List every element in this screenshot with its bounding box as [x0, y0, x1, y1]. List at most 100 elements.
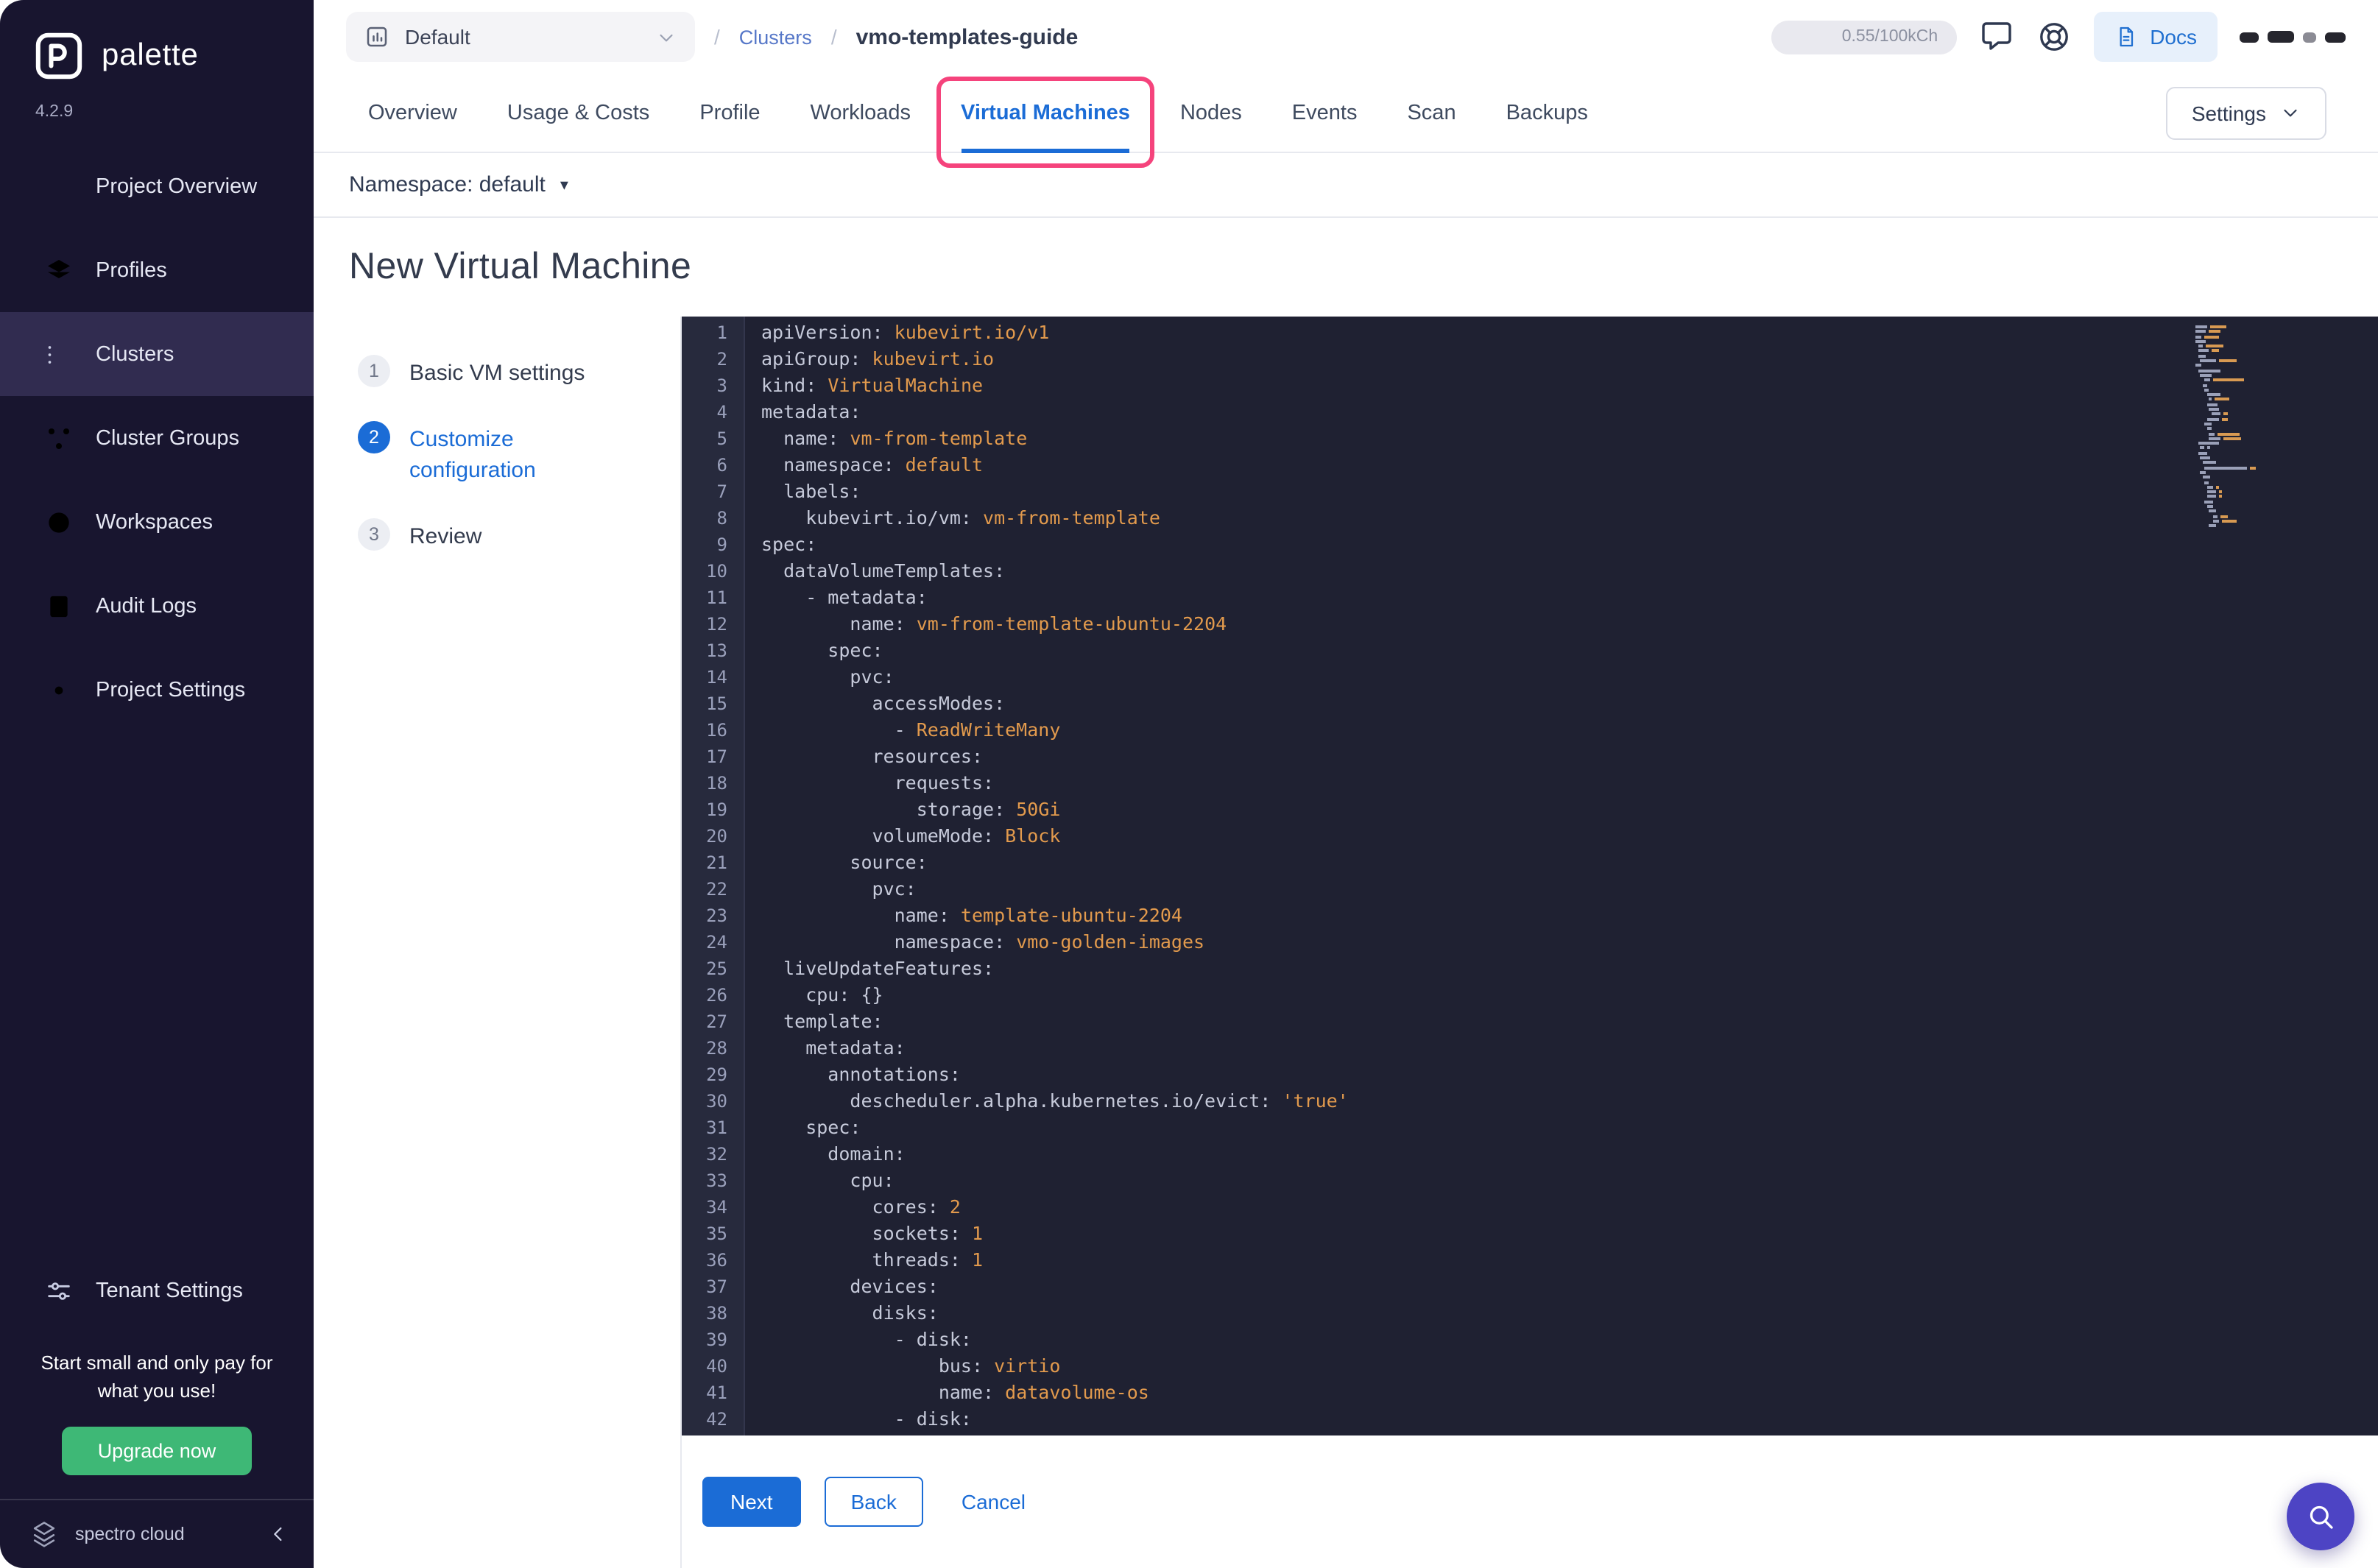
code-line[interactable]: 29 annotations:	[682, 1062, 2378, 1088]
code-line[interactable]: 38 disks:	[682, 1300, 2378, 1327]
spectro-cloud-logo-icon	[27, 1518, 62, 1550]
code-line[interactable]: 5 name: vm-from-template	[682, 425, 2378, 452]
code-line[interactable]: 37 devices:	[682, 1274, 2378, 1300]
code-line[interactable]: 14 pvc:	[682, 664, 2378, 691]
sidebar-item-cluster-groups[interactable]: Cluster Groups	[0, 396, 314, 480]
tab-usage-costs[interactable]: Usage & Costs	[507, 74, 649, 152]
sidebar-item-label: Tenant Settings	[96, 1279, 243, 1303]
line-number: 18	[706, 773, 727, 794]
sidebar-item-project-overview[interactable]: Project Overview	[0, 144, 314, 228]
line-number: 32	[706, 1144, 727, 1165]
code-line[interactable]: 7 labels:	[682, 478, 2378, 505]
tab-virtual-machines[interactable]: Virtual Machines	[936, 74, 1155, 168]
code-line[interactable]: 23 name: template-ubuntu-2204	[682, 903, 2378, 929]
sidebar-item-tenant-settings[interactable]: Tenant Settings	[0, 1249, 314, 1333]
code-line[interactable]: 10 dataVolumeTemplates:	[682, 558, 2378, 585]
code-line[interactable]: 31 spec:	[682, 1115, 2378, 1141]
code-line[interactable]: 26 cpu: {}	[682, 982, 2378, 1009]
cancel-button[interactable]: Cancel	[947, 1490, 1040, 1514]
settings-button[interactable]: Settings	[2166, 86, 2326, 139]
tab-backups[interactable]: Backups	[1506, 74, 1588, 152]
line-number: 24	[706, 932, 727, 953]
sidebar-item-clusters[interactable]: Clusters	[0, 312, 314, 396]
editor-minimap[interactable]	[2195, 325, 2293, 529]
layers-icon	[44, 255, 74, 285]
code-line[interactable]: 13 spec:	[682, 638, 2378, 664]
top-header: Default / Clusters / vmo-templates-guide…	[314, 0, 2378, 74]
code-line[interactable]: 39 - disk:	[682, 1327, 2378, 1353]
code-line[interactable]: 36 threads: 1	[682, 1247, 2378, 1274]
code-line[interactable]: 24 namespace: vmo-golden-images	[682, 929, 2378, 956]
namespace-label: Namespace: default	[349, 172, 546, 197]
code-line[interactable]: 6 namespace: default	[682, 452, 2378, 478]
sidebar-item-audit-logs[interactable]: Audit Logs	[0, 564, 314, 648]
back-button[interactable]: Back	[824, 1477, 923, 1527]
namespace-selector[interactable]: Namespace: default ▾	[314, 153, 2378, 218]
code-line[interactable]: 30 descheduler.alpha.kubernetes.io/evict…	[682, 1088, 2378, 1115]
stepper-step-1[interactable]: 1 Basic VM settings	[358, 355, 680, 389]
code-line[interactable]: 17 resources:	[682, 744, 2378, 770]
code-line[interactable]: 18 requests:	[682, 770, 2378, 797]
step-number: 2	[358, 421, 390, 453]
code-line[interactable]: 16 - ReadWriteMany	[682, 717, 2378, 744]
stepper-step-3[interactable]: 3 Review	[358, 518, 680, 552]
line-number: 42	[706, 1409, 727, 1430]
sidebar-item-workspaces[interactable]: Workspaces	[0, 480, 314, 564]
sidebar-collapse-button[interactable]	[267, 1522, 290, 1546]
code-text: annotations:	[761, 1063, 961, 1085]
code-line[interactable]: 21 source:	[682, 850, 2378, 876]
tab-profile[interactable]: Profile	[699, 74, 760, 152]
tab-events[interactable]: Events	[1292, 74, 1358, 152]
code-line[interactable]: 9 spec:	[682, 532, 2378, 558]
next-button[interactable]: Next	[702, 1477, 801, 1527]
stepper-step-2[interactable]: 2 Customize configuration	[358, 421, 680, 486]
code-line[interactable]: 4 metadata:	[682, 399, 2378, 425]
tab-workloads[interactable]: Workloads	[811, 74, 911, 152]
share-icon	[44, 423, 74, 453]
line-number: 36	[706, 1250, 727, 1271]
code-line[interactable]: 22 pvc:	[682, 876, 2378, 903]
code-line[interactable]: 15 accessModes:	[682, 691, 2378, 717]
breadcrumb-clusters-link[interactable]: Clusters	[739, 26, 812, 48]
code-text: metadata:	[761, 400, 861, 423]
sidebar-item-project-settings[interactable]: Project Settings	[0, 648, 314, 732]
line-number: 41	[706, 1382, 727, 1403]
code-line[interactable]: 1 apiVersion: kubevirt.io/v1	[682, 319, 2378, 346]
line-number: 16	[706, 720, 727, 741]
code-line[interactable]: 11 - metadata:	[682, 585, 2378, 611]
page-title-row: New Virtual Machine	[314, 218, 2378, 317]
line-number: 23	[706, 905, 727, 926]
code-line[interactable]: 25 liveUpdateFeatures:	[682, 956, 2378, 982]
code-line[interactable]: 3 kind: VirtualMachine	[682, 372, 2378, 399]
code-line[interactable]: 28 metadata:	[682, 1035, 2378, 1062]
code-line[interactable]: 32 domain:	[682, 1141, 2378, 1168]
code-line[interactable]: 19 storage: 50Gi	[682, 797, 2378, 823]
code-line[interactable]: 42 - disk:	[682, 1406, 2378, 1433]
code-line[interactable]: 33 cpu:	[682, 1168, 2378, 1194]
docs-button[interactable]: Docs	[2094, 12, 2218, 62]
code-line[interactable]: 35 sockets: 1	[682, 1221, 2378, 1247]
tab-label: Virtual Machines	[961, 101, 1130, 124]
sidebar-item-profiles[interactable]: Profiles	[0, 228, 314, 312]
chat-icon[interactable]	[1979, 19, 2014, 54]
header-actions: 0.55/100kCh Docs	[1771, 12, 2346, 62]
project-selector[interactable]: Default	[346, 12, 695, 62]
tab-scan[interactable]: Scan	[1407, 74, 1456, 152]
code-line[interactable]: 20 volumeMode: Block	[682, 823, 2378, 850]
code-line[interactable]: 34 cores: 2	[682, 1194, 2378, 1221]
tab-nodes[interactable]: Nodes	[1180, 74, 1242, 152]
help-icon[interactable]	[2036, 19, 2072, 54]
code-line[interactable]: 41 name: datavolume-os	[682, 1380, 2378, 1406]
footer-buttons: Next Back Cancel	[682, 1435, 1040, 1568]
yaml-editor[interactable]: 1 apiVersion: kubevirt.io/v1 2 apiGroup: ku…	[682, 317, 2378, 1435]
code-line[interactable]: 12 name: vm-from-template-ubuntu-2204	[682, 611, 2378, 638]
code-line[interactable]: 27 template:	[682, 1009, 2378, 1035]
code-line[interactable]: 2 apiGroup: kubevirt.io	[682, 346, 2378, 372]
tab-overview[interactable]: Overview	[368, 74, 457, 152]
code-line[interactable]: 40 bus: virtio	[682, 1353, 2378, 1380]
upgrade-now-button[interactable]: Upgrade now	[62, 1427, 252, 1475]
step-label: Customize configuration	[409, 427, 536, 483]
code-line[interactable]: 8 kubevirt.io/vm: vm-from-template	[682, 505, 2378, 532]
search-fab[interactable]	[2287, 1483, 2354, 1550]
app-root: palette 4.2.9 Project Overview Profiles Cl…	[0, 0, 2378, 1568]
